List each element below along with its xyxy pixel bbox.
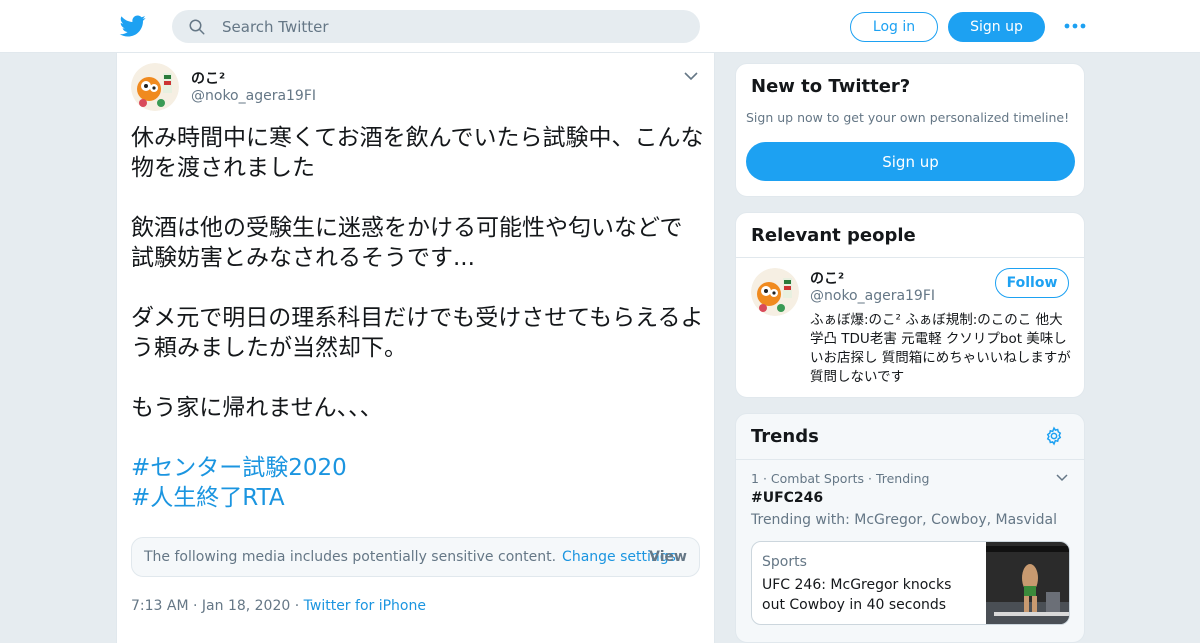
hashtag-list: #センター試験2020 #人生終了RTA <box>131 453 705 513</box>
module-subtitle: Sign up now to get your own personalized… <box>746 110 1070 125</box>
sensitive-media-notice: The following media includes potentially… <box>131 537 700 577</box>
trend-rank: 1 <box>751 471 759 486</box>
chevron-down-icon[interactable] <box>683 69 699 83</box>
hashtag-link[interactable]: #センター試験2020 <box>131 453 705 483</box>
tweet-paragraph: 飲酒は他の受験生に迷惑をかける可能性や匂いなどで試験妨害とみなされるそうです..… <box>131 215 683 271</box>
trend-meta: 1 · Combat Sports · Trending <box>751 471 930 486</box>
trends-module: Trends 1 · Combat Sports · Trending #UFC… <box>735 413 1085 643</box>
tweet-timestamp: 7:13 AM · Jan 18, 2020 · Twitter for iPh… <box>131 598 426 614</box>
chevron-down-icon[interactable] <box>1055 472 1069 484</box>
meta-separator: · <box>193 598 198 614</box>
tweet-paragraph: 休み時間中に寒くてお酒を飲んでいたら試験中、こんな物を渡されました <box>131 125 704 181</box>
author-name[interactable]: のこ² <box>191 68 225 88</box>
search-bar <box>172 10 700 43</box>
tweet-time[interactable]: 7:13 AM <box>131 598 189 614</box>
meta-separator: · <box>867 471 872 486</box>
trend-status: Trending <box>875 471 930 486</box>
tweet-date[interactable]: Jan 18, 2020 <box>202 598 290 614</box>
avatar[interactable] <box>751 268 799 316</box>
tweet-paragraph: もう家に帰れません、、、 <box>131 395 383 421</box>
relevant-people-module: Relevant people のこ² @noko_agera19FI Foll… <box>735 212 1085 398</box>
search-input[interactable] <box>222 10 682 43</box>
trend-name[interactable]: #UFC246 <box>751 490 823 506</box>
tweet-card: のこ² @noko_agera19FI 休み時間中に寒くてお酒を飲んでいたら試験… <box>116 53 715 643</box>
person-handle[interactable]: @noko_agera19FI <box>810 288 935 304</box>
twitter-bird-icon[interactable] <box>119 13 147 39</box>
sidebar-signup-button[interactable]: Sign up <box>746 142 1075 181</box>
module-header: Trends <box>736 414 1084 460</box>
signup-button[interactable]: Sign up <box>948 12 1045 42</box>
trend-news-card[interactable]: Sports UFC 246: McGregor knocks out Cowb… <box>751 541 1070 625</box>
tweet-source-link[interactable]: Twitter for iPhone <box>304 598 426 614</box>
module-title: New to Twitter? <box>751 76 911 97</box>
new-to-twitter-module: New to Twitter? Sign up now to get your … <box>735 63 1085 197</box>
tweet-paragraph: ダメ元で明日の理系科目だけでも受けさせてもらえるよう頼みましたが当然却下。 <box>131 305 704 361</box>
meta-separator: · <box>294 598 300 614</box>
avatar[interactable] <box>131 63 179 111</box>
gear-icon[interactable] <box>1044 426 1064 446</box>
sensitive-notice-text: The following media includes potentially… <box>144 549 557 565</box>
news-thumbnail <box>986 542 1069 624</box>
person-name[interactable]: のこ² <box>810 268 844 288</box>
meta-separator: · <box>762 471 767 486</box>
trend-category: Combat Sports <box>770 471 864 486</box>
trend-related: Trending with: McGregor, Cowboy, Masvida… <box>751 512 1057 528</box>
author-handle[interactable]: @noko_agera19FI <box>191 88 316 104</box>
news-headline: UFC 246: McGregor knocks out Cowboy in 4… <box>762 577 952 613</box>
top-navigation-bar: Log in Sign up <box>0 0 1200 53</box>
login-button[interactable]: Log in <box>850 12 938 42</box>
hashtag-link[interactable]: #人生終了RTA <box>131 483 705 513</box>
news-category: Sports <box>762 554 807 570</box>
search-icon <box>189 19 205 35</box>
more-dots-icon[interactable] <box>1063 16 1087 36</box>
module-header: Relevant people <box>736 213 1084 258</box>
follow-button[interactable]: Follow <box>995 268 1069 298</box>
module-title: Trends <box>751 426 819 447</box>
person-bio: ふぁぼ爆:のこ² ふぁぼ規制:のこのこ 他大学凸 TDU老害 元電軽 クソリプb… <box>810 312 1071 385</box>
view-media-button[interactable]: View <box>649 549 687 565</box>
module-title: Relevant people <box>751 225 916 246</box>
tweet-text: 休み時間中に寒くてお酒を飲んでいたら試験中、こんな物を渡されました 飲酒は他の受… <box>131 123 705 513</box>
